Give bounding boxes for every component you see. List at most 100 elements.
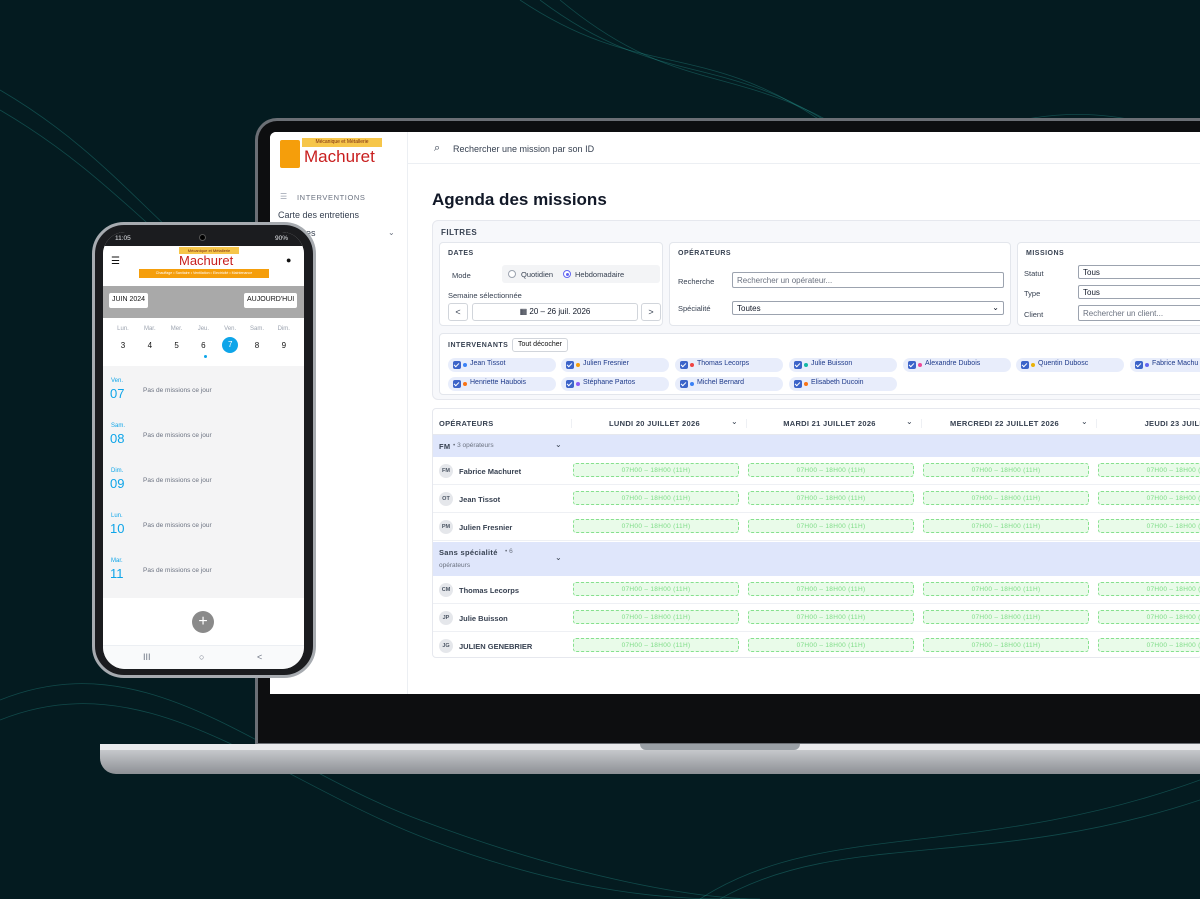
month-button[interactable]: JUIN 2024 <box>109 293 149 308</box>
day-number[interactable]: 4 <box>140 341 160 350</box>
day-number[interactable]: 6 <box>193 341 213 350</box>
intervenant-chip[interactable]: Elisabeth Ducoin <box>789 377 897 391</box>
machuret-logo[interactable]: Mécanique et Métallerie Machuret <box>280 138 406 172</box>
sidebar-item-carte[interactable]: Carte des entretiens <box>278 210 359 220</box>
option-daily[interactable]: Quotidien <box>521 270 553 279</box>
availability-slot[interactable]: 07H00 – 18H00 (11H) <box>573 519 739 533</box>
user-icon[interactable]: ● <box>286 255 291 265</box>
day-number[interactable]: 5 <box>167 341 187 350</box>
intervenant-chip[interactable]: Julien Fresnier <box>561 358 669 372</box>
availability-slot[interactable]: 07H00 – 18H00 (11H) <box>1098 638 1200 652</box>
group-fm[interactable]: FM • 3 opérateurs ⌄ <box>433 435 1200 457</box>
intervenant-name: Elisabeth Ducoin <box>811 379 864 386</box>
specialty-select[interactable]: Toutes ⌄ <box>732 301 1004 315</box>
radio-weekly[interactable] <box>563 270 571 278</box>
checkbox-checked-icon[interactable] <box>680 361 688 369</box>
chevron-down-icon[interactable]: ⌄ <box>555 553 562 562</box>
uncheck-all-button[interactable]: Tout décocher <box>512 338 568 352</box>
chevron-down-icon[interactable]: ⌄ <box>555 440 562 449</box>
availability-slot[interactable]: 07H00 – 18H00 (11H) <box>923 519 1089 533</box>
availability-slot[interactable]: 07H00 – 18H00 (11H) <box>748 491 914 505</box>
checkbox-checked-icon[interactable] <box>1135 361 1143 369</box>
back-icon[interactable]: < <box>257 652 262 662</box>
day-header[interactable]: MARDI 21 JUILLET 2026 <box>746 419 912 428</box>
availability-slot[interactable]: 07H00 – 18H00 (11H) <box>748 582 914 596</box>
day-number[interactable]: 3 <box>113 341 133 350</box>
availability-slot[interactable]: 07H00 – 18H00 (11H) <box>923 491 1089 505</box>
list-item[interactable]: Lun. 10 Pas de missions ce jour <box>103 507 304 552</box>
availability-slot[interactable]: 07H00 – 18H00 (11H) <box>923 463 1089 477</box>
checkbox-checked-icon[interactable] <box>794 380 802 388</box>
radio-daily[interactable] <box>508 270 516 278</box>
mission-id-search[interactable]: Rechercher une mission par son ID <box>453 144 594 154</box>
recents-icon[interactable]: III <box>143 652 151 662</box>
day-header[interactable]: LUNDI 20 JUILLET 2026 <box>571 419 737 428</box>
intervenant-chip[interactable]: Alexandre Dubois <box>903 358 1011 372</box>
availability-slot[interactable]: 07H00 – 18H00 (11H) <box>573 582 739 596</box>
checkbox-checked-icon[interactable] <box>794 361 802 369</box>
intervenant-chip[interactable]: Michel Bernard <box>675 377 783 391</box>
intervenant-chip[interactable]: Stéphane Partos <box>561 377 669 391</box>
next-week-button[interactable]: > <box>641 303 661 321</box>
checkbox-checked-icon[interactable] <box>566 361 574 369</box>
availability-slot[interactable]: 07H00 – 18H00 (11H) <box>1098 519 1200 533</box>
type-select[interactable]: Tous <box>1078 285 1200 299</box>
list-item[interactable]: Dim. 09 Pas de missions ce jour <box>103 462 304 507</box>
intervenant-chip[interactable]: Quentin Dubosc <box>1016 358 1124 372</box>
checkbox-checked-icon[interactable] <box>566 380 574 388</box>
availability-slot[interactable]: 07H00 – 18H00 (11H) <box>748 463 914 477</box>
availability-slot[interactable]: 07H00 – 18H00 (11H) <box>573 610 739 624</box>
intervenant-chip[interactable]: Jean Tissot <box>448 358 556 372</box>
week-picker[interactable]: ▦ 20 – 26 juil. 2026 <box>472 303 638 321</box>
day-number[interactable]: 8 <box>247 341 267 350</box>
home-icon[interactable]: ○ <box>199 652 204 662</box>
intervenant-chip[interactable]: Fabrice Machu <box>1130 358 1200 372</box>
day-header[interactable]: JEUDI 23 JUILLET <box>1096 419 1200 428</box>
availability-slot[interactable]: 07H00 – 18H00 (11H) <box>923 582 1089 596</box>
availability-slot[interactable]: 07H00 – 18H00 (11H) <box>1098 491 1200 505</box>
search-icon[interactable]: ⌕ <box>434 142 440 155</box>
add-mission-button[interactable]: + <box>192 611 214 633</box>
checkbox-checked-icon[interactable] <box>453 380 461 388</box>
list-day-number: 07 <box>110 386 125 401</box>
availability-slot[interactable]: 07H00 – 18H00 (11H) <box>1098 582 1200 596</box>
option-weekly[interactable]: Hebdomadaire <box>575 270 624 279</box>
availability-slot[interactable]: 07H00 – 18H00 (11H) <box>573 463 739 477</box>
client-search-input[interactable]: Rechercher un client... <box>1078 305 1200 321</box>
list-item[interactable]: Ven. 07 Pas de missions ce jour <box>103 372 304 417</box>
availability-slot[interactable]: 07H00 – 18H00 (11H) <box>748 638 914 652</box>
chevron-down-icon[interactable]: ⌄ <box>1081 417 1088 426</box>
day-number[interactable]: 9 <box>274 341 294 350</box>
list-item[interactable]: Sam. 08 Pas de missions ce jour <box>103 417 304 462</box>
phone-logo[interactable]: Mécanique et Métallerie Machuret Chauffa… <box>139 246 269 280</box>
list-day: Dim. <box>111 468 124 474</box>
availability-slot[interactable]: 07H00 – 18H00 (11H) <box>573 491 739 505</box>
today-button[interactable]: AUJOURD'HUI <box>244 293 298 308</box>
availability-slot[interactable]: 07H00 – 18H00 (11H) <box>1098 610 1200 624</box>
intervenant-chip[interactable]: Thomas Lecorps <box>675 358 783 372</box>
grid-header: OPÉRATEURS LUNDI 20 JUILLET 2026 ⌄ MARDI 2… <box>433 409 1200 435</box>
operator-search-input[interactable]: Rechercher un opérateur... <box>732 272 1004 288</box>
availability-slot[interactable]: 07H00 – 18H00 (11H) <box>923 610 1089 624</box>
availability-slot[interactable]: 07H00 – 18H00 (11H) <box>748 610 914 624</box>
prev-week-button[interactable]: < <box>448 303 468 321</box>
checkbox-checked-icon[interactable] <box>908 361 916 369</box>
availability-slot[interactable]: 07H00 – 18H00 (11H) <box>748 519 914 533</box>
checkbox-checked-icon[interactable] <box>680 380 688 388</box>
chevron-down-icon[interactable]: ⌄ <box>388 228 395 237</box>
day-header[interactable]: MERCREDI 22 JUILLET 2026 <box>921 419 1087 428</box>
intervenant-chip[interactable]: Henriette Haubois <box>448 377 556 391</box>
day-selected[interactable]: 7 <box>222 337 239 353</box>
status-select[interactable]: Tous <box>1078 265 1200 279</box>
availability-slot[interactable]: 07H00 – 18H00 (11H) <box>1098 463 1200 477</box>
checkbox-checked-icon[interactable] <box>1021 361 1029 369</box>
chevron-down-icon[interactable]: ⌄ <box>906 417 913 426</box>
chevron-down-icon[interactable]: ⌄ <box>731 417 738 426</box>
availability-slot[interactable]: 07H00 – 18H00 (11H) <box>573 638 739 652</box>
availability-slot[interactable]: 07H00 – 18H00 (11H) <box>923 638 1089 652</box>
group-sans-specialite[interactable]: Sans spécialité • 6 opérateurs ⌄ <box>433 542 1200 576</box>
list-item[interactable]: Mar. 11 Pas de missions ce jour <box>103 552 304 597</box>
checkbox-checked-icon[interactable] <box>453 361 461 369</box>
menu-icon[interactable]: ☰ <box>111 256 120 267</box>
intervenant-chip[interactable]: Julie Buisson <box>789 358 897 372</box>
